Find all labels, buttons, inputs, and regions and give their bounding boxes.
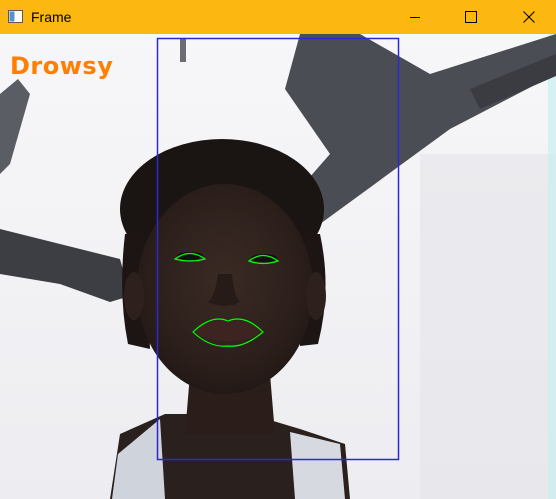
maximize-button[interactable] bbox=[448, 0, 494, 34]
frame-edge bbox=[548, 34, 556, 499]
wall-shadow bbox=[420, 154, 556, 499]
window-app-icon bbox=[8, 10, 23, 23]
minimize-button[interactable] bbox=[392, 0, 438, 34]
minimize-icon bbox=[410, 17, 420, 18]
person bbox=[110, 139, 350, 499]
close-icon bbox=[523, 11, 535, 23]
close-button[interactable] bbox=[506, 0, 552, 34]
window-title: Frame bbox=[31, 9, 72, 25]
maximize-icon bbox=[465, 11, 477, 23]
drowsiness-status-label: Drowsy bbox=[10, 52, 114, 80]
video-frame: Drowsy bbox=[0, 34, 556, 499]
opencv-frame-window: Frame Drowsy bbox=[0, 0, 556, 499]
camera-image bbox=[0, 34, 556, 499]
title-bar[interactable]: Frame bbox=[0, 0, 556, 34]
